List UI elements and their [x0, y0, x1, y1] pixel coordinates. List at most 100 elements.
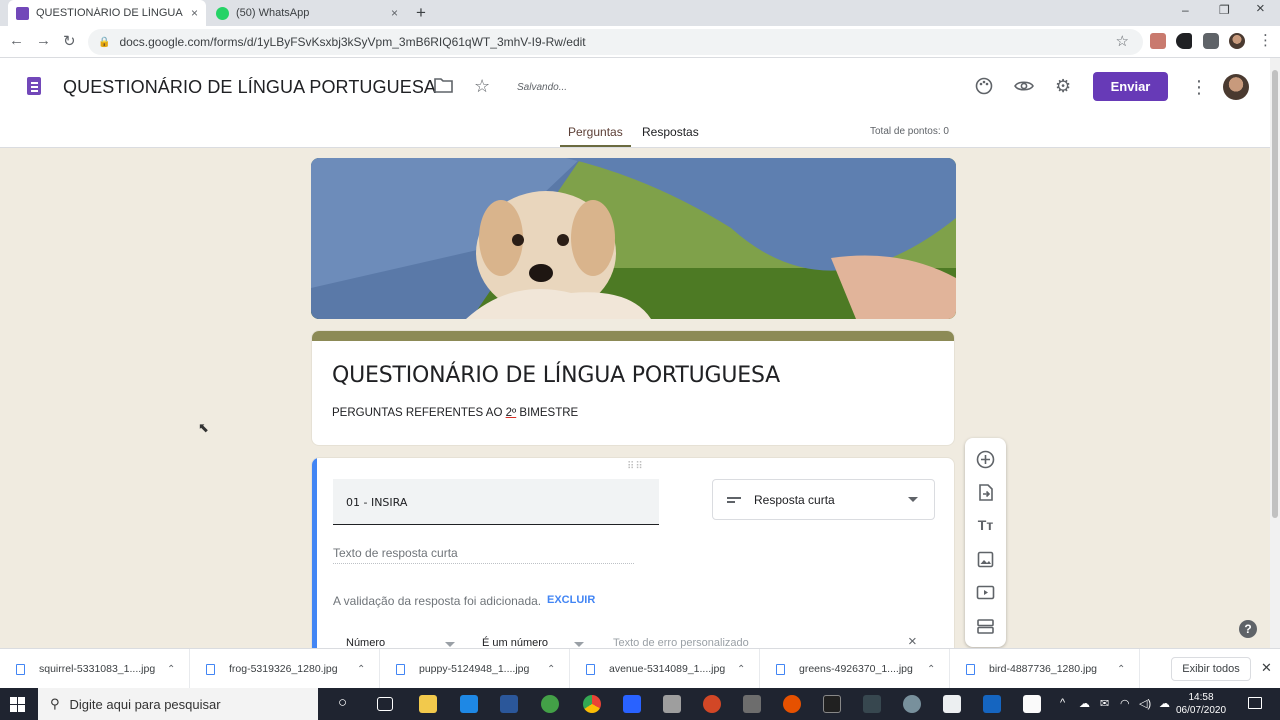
chevron-up-icon[interactable]: ⌃: [357, 664, 365, 675]
game-app-icon[interactable]: [783, 695, 801, 713]
system-clock[interactable]: 14:58 06/07/2020: [1176, 691, 1226, 717]
menu-kebab-icon[interactable]: ⋮: [1258, 31, 1273, 49]
back-icon[interactable]: ←: [9, 32, 24, 49]
new-tab-button[interactable]: +: [416, 3, 426, 23]
form-title-card: QUESTIONÁRIO DE LÍNGUA PORTUGUESA PERGUN…: [311, 330, 955, 446]
volume-icon[interactable]: ◁): [1139, 697, 1151, 710]
image-file-icon: [396, 663, 405, 675]
form-title[interactable]: QUESTIONÁRIO DE LÍNGUA PORTUGUESA: [332, 363, 780, 388]
chevron-up-icon[interactable]: ⌃: [927, 664, 935, 675]
task-view-icon[interactable]: [377, 697, 393, 711]
close-tab-icon[interactable]: ×: [391, 6, 398, 20]
dropdown-caret-icon[interactable]: [574, 642, 584, 647]
image-viewer-icon[interactable]: [983, 695, 1001, 713]
download-item[interactable]: greens-4926370_1....jpg ⌃: [760, 649, 950, 689]
download-filename: squirrel-5331083_1....jpg: [39, 663, 156, 675]
description-text: BIMESTRE: [516, 407, 579, 419]
drag-handle-icon[interactable]: ⠿⠿: [627, 461, 644, 472]
folder-icon[interactable]: [434, 77, 453, 98]
wifi-icon[interactable]: ◠: [1120, 697, 1130, 710]
settings-app-icon[interactable]: [903, 695, 921, 713]
preview-eye-icon[interactable]: [1014, 77, 1034, 100]
question-type-dropdown[interactable]: Resposta curta: [712, 479, 935, 520]
restore-button[interactable]: ❐: [1219, 3, 1230, 17]
import-questions-icon[interactable]: [976, 483, 995, 502]
show-all-downloads-button[interactable]: Exibir todos: [1171, 657, 1251, 681]
tab-whatsapp[interactable]: (50) WhatsApp ×: [208, 0, 406, 26]
settings-gear-icon[interactable]: ⚙: [1055, 76, 1071, 97]
help-icon[interactable]: ?: [1239, 620, 1257, 638]
dropdown-caret-icon[interactable]: [445, 642, 455, 647]
minimize-button[interactable]: –: [1182, 3, 1189, 17]
url-text[interactable]: docs.google.com/forms/d/1yLByFSvKsxbj3kS…: [119, 35, 585, 49]
more-options-icon[interactable]: ⋮: [1190, 77, 1208, 98]
tab-perguntas[interactable]: Perguntas: [568, 125, 623, 139]
add-section-icon[interactable]: [976, 617, 995, 636]
pdf-extension-icon[interactable]: [1150, 33, 1166, 49]
extensions-puzzle-icon[interactable]: [1203, 33, 1219, 49]
tab-forms[interactable]: QUESTIONÁRIO DE LÍNGUA POR ×: [8, 0, 206, 26]
send-button[interactable]: Enviar: [1093, 72, 1168, 101]
question-title-input[interactable]: 01 - INSIRA: [333, 479, 659, 525]
reload-icon[interactable]: ↻: [63, 32, 76, 50]
palette-icon[interactable]: [975, 77, 993, 100]
snipping-tool-icon[interactable]: [1023, 695, 1041, 713]
profile-avatar[interactable]: [1229, 33, 1245, 49]
add-question-icon[interactable]: [976, 450, 995, 469]
account-avatar[interactable]: [1223, 74, 1249, 100]
chrome-icon[interactable]: [583, 695, 601, 713]
star-icon[interactable]: ☆: [474, 76, 490, 97]
chevron-up-icon[interactable]: ⌃: [547, 664, 555, 675]
tools-app-icon[interactable]: [863, 695, 881, 713]
photos-app-icon[interactable]: [943, 695, 961, 713]
download-item[interactable]: avenue-5314089_1....jpg ⌃: [570, 649, 760, 689]
google-forms-logo-icon[interactable]: [27, 77, 41, 95]
close-window-button[interactable]: ×: [1256, 0, 1265, 17]
forward-icon[interactable]: →: [36, 32, 51, 49]
chevron-up-icon[interactable]: ⌃: [167, 664, 175, 675]
close-shelf-icon[interactable]: ✕: [1261, 660, 1272, 676]
utorrent-icon[interactable]: [541, 695, 559, 713]
download-item[interactable]: frog-5319326_1280.jpg ⌃: [190, 649, 380, 689]
editor-app-icon[interactable]: [623, 695, 641, 713]
paint-app-icon[interactable]: [743, 695, 761, 713]
bookmark-star-icon[interactable]: ☆: [1116, 32, 1129, 50]
file-explorer-icon[interactable]: [419, 695, 437, 713]
security-tray-icon[interactable]: ✉: [1100, 697, 1109, 710]
calculator-icon[interactable]: [663, 695, 681, 713]
address-bar[interactable]: 🔒 docs.google.com/forms/d/1yLByFSvKsxbj3…: [88, 29, 1143, 55]
cloud-sync-icon[interactable]: ☁: [1159, 697, 1170, 710]
image-file-icon: [586, 663, 595, 675]
mail-icon[interactable]: [460, 695, 478, 713]
question-card[interactable]: ⠿⠿ 01 - INSIRA Resposta curta Texto de r…: [311, 457, 955, 657]
add-image-icon[interactable]: [976, 550, 995, 569]
form-description[interactable]: PERGUNTAS REFERENTES AO 2º BIMESTRE: [332, 407, 578, 419]
download-filename: frog-5319326_1280.jpg: [229, 663, 338, 675]
download-item[interactable]: bird-4887736_1280.jpg ⌃: [950, 649, 1140, 689]
remove-validation-button[interactable]: EXCLUIR: [547, 594, 595, 606]
document-title[interactable]: QUESTIONÁRIO DE LÍNGUA PORTUGUESA: [63, 77, 436, 98]
add-video-icon[interactable]: [976, 583, 995, 602]
tab-respostas[interactable]: Respostas: [642, 125, 699, 139]
taskbar-search[interactable]: ⚲ Digite aqui para pesquisar: [38, 688, 318, 720]
cortana-icon[interactable]: ○: [338, 694, 347, 711]
notifications-icon[interactable]: [1248, 697, 1262, 709]
word-icon[interactable]: [500, 695, 518, 713]
chevron-up-icon[interactable]: ⌃: [1117, 664, 1125, 675]
download-filename: puppy-5124948_1....jpg: [419, 663, 530, 675]
speaker-extension-icon[interactable]: [1176, 33, 1192, 49]
whatsapp-icon: [216, 6, 229, 20]
powerpoint-icon[interactable]: [703, 695, 721, 713]
clock-date: 06/07/2020: [1176, 705, 1227, 716]
chevron-up-icon[interactable]: ⌃: [737, 664, 745, 675]
onedrive-icon[interactable]: ☁: [1079, 697, 1090, 710]
close-tab-icon[interactable]: ×: [191, 6, 198, 20]
scrollbar-thumb[interactable]: [1272, 70, 1278, 518]
show-hidden-icons-icon[interactable]: ^: [1060, 697, 1065, 709]
recorder-app-icon[interactable]: [823, 695, 841, 713]
add-title-icon[interactable]: Tт: [976, 516, 995, 535]
windows-start-icon[interactable]: [10, 697, 25, 712]
download-item[interactable]: squirrel-5331083_1....jpg ⌃: [0, 649, 190, 689]
download-item[interactable]: puppy-5124948_1....jpg ⌃: [380, 649, 570, 689]
validation-status: A validação da resposta foi adicionada.: [333, 594, 542, 608]
